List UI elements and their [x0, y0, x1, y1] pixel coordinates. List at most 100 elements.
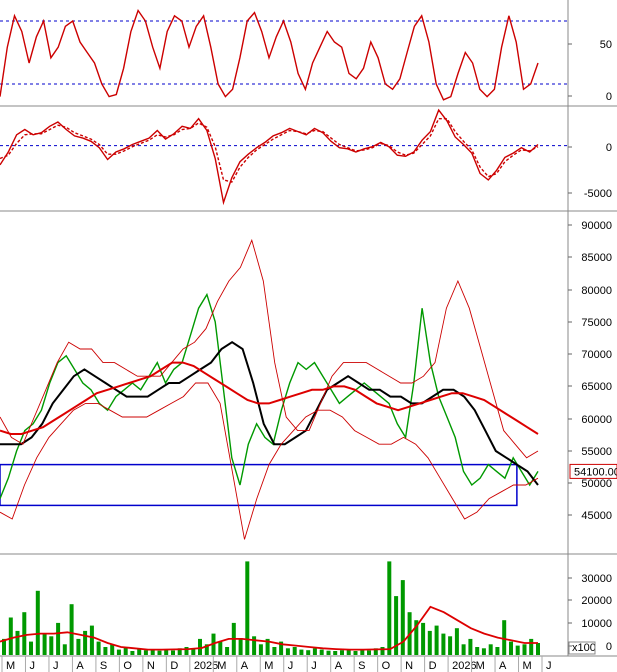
- volume-bar: [522, 644, 527, 655]
- x-tick-label: S: [358, 660, 365, 672]
- volume-bar: [191, 649, 196, 655]
- volume-bar: [319, 649, 324, 655]
- volume-bar: [421, 622, 426, 655]
- volume-tick-label: 20000: [581, 595, 612, 607]
- chart-frame: [0, 0, 617, 672]
- volume-bar: [468, 638, 473, 655]
- x-tick-label: M: [523, 660, 532, 672]
- volume-bar: [340, 650, 344, 655]
- x-tick-label: 2026: [452, 660, 476, 672]
- volume-tick-label: 30000: [581, 573, 612, 585]
- volume-bar: [353, 651, 358, 655]
- x-tick-label: J: [311, 660, 317, 672]
- volume-bar: [238, 638, 243, 655]
- price-tick-label: 60000: [581, 414, 612, 426]
- price-tick-label: 55000: [581, 446, 612, 458]
- x-tick-label: M: [264, 660, 273, 672]
- volume-bar: [35, 590, 40, 655]
- volume-bar: [62, 644, 67, 655]
- volume-bar: [96, 641, 101, 655]
- volume-bar: [306, 650, 311, 655]
- volume-tick-label: 10000: [581, 618, 612, 630]
- volume-bar: [441, 633, 446, 655]
- volume-bar: [367, 650, 371, 655]
- x-tick-label: M: [217, 660, 226, 672]
- volume-bar: [387, 561, 392, 655]
- x-tick-label: A: [499, 660, 507, 672]
- volume-bar: [218, 641, 223, 655]
- volume-bar: [76, 638, 81, 655]
- x-tick-label: A: [241, 660, 249, 672]
- volume-bar: [360, 650, 365, 655]
- macd-tick-label: -5000: [584, 188, 612, 200]
- x-tick-label: 2025: [194, 660, 218, 672]
- x-tick-label: O: [123, 660, 132, 672]
- chart-background: [0, 0, 617, 672]
- x-tick-label: J: [546, 660, 552, 672]
- volume-bar: [89, 625, 94, 655]
- price-tick-label: 80000: [581, 285, 612, 297]
- oscillator-tick-label: 0: [606, 91, 612, 103]
- volume-bar: [29, 641, 33, 655]
- volume-bar: [83, 630, 88, 655]
- volume-bar: [103, 647, 108, 655]
- volume-bar: [515, 645, 520, 655]
- volume-bar: [49, 636, 54, 655]
- volume-bar: [481, 648, 486, 655]
- price-tick-label: 45000: [581, 510, 612, 522]
- volume-bar: [116, 649, 121, 655]
- volume-bar: [380, 647, 385, 655]
- volume-bar: [157, 650, 162, 655]
- x-tick-label: J: [288, 660, 294, 672]
- x-tick-label: N: [405, 660, 413, 672]
- stock-chart: 50 0 0 -5000 90000 85000 80000 75000 70000 6500…: [0, 0, 617, 672]
- volume-bar: [69, 604, 74, 655]
- price-tick-label: 50000: [581, 478, 612, 490]
- volume-bar: [475, 647, 480, 655]
- volume-bar: [536, 643, 540, 655]
- volume-bar: [448, 636, 453, 655]
- price-tick-label: 90000: [581, 220, 612, 232]
- volume-bar: [8, 617, 13, 655]
- volume-bar: [42, 633, 47, 655]
- volume-bar: [312, 648, 317, 655]
- price-tick-label: 65000: [581, 381, 612, 393]
- volume-bar: [333, 651, 338, 655]
- volume-scale-label: x100: [572, 642, 596, 654]
- volume-bar: [299, 649, 304, 655]
- price-tick-label: 75000: [581, 317, 612, 329]
- volume-bar: [495, 647, 500, 655]
- volume-bar: [509, 641, 513, 655]
- volume-bar: [258, 644, 263, 655]
- volume-bar: [454, 628, 459, 655]
- x-tick-label: D: [170, 660, 178, 672]
- x-tick-label: A: [335, 660, 343, 672]
- volume-bar: [488, 644, 493, 655]
- x-tick-label: J: [29, 660, 35, 672]
- volume-bar: [171, 650, 175, 655]
- volume-bar: [326, 650, 331, 655]
- volume-bar: [292, 647, 297, 655]
- volume-bar: [434, 625, 439, 655]
- x-tick-label: J: [53, 660, 59, 672]
- volume-bar: [272, 647, 277, 655]
- oscillator-tick-label: 50: [600, 39, 612, 51]
- volume-bar: [130, 651, 135, 655]
- macd-tick-label: 0: [606, 142, 612, 154]
- volume-bar: [143, 650, 148, 655]
- volume-bar: [461, 644, 466, 655]
- x-tick-label: S: [100, 660, 107, 672]
- volume-bar: [502, 620, 507, 655]
- volume-bar: [198, 638, 202, 655]
- volume-bar: [427, 630, 432, 655]
- volume-tick-label: 0: [606, 641, 612, 653]
- x-tick-label: M: [6, 660, 15, 672]
- x-tick-label: D: [429, 660, 437, 672]
- volume-bar: [22, 612, 27, 655]
- volume-bar: [110, 644, 115, 655]
- volume-bar: [225, 647, 230, 655]
- volume-bar: [285, 648, 290, 655]
- volume-bar: [245, 561, 250, 655]
- volume-bar: [56, 622, 61, 655]
- price-tick-label: 85000: [581, 252, 612, 264]
